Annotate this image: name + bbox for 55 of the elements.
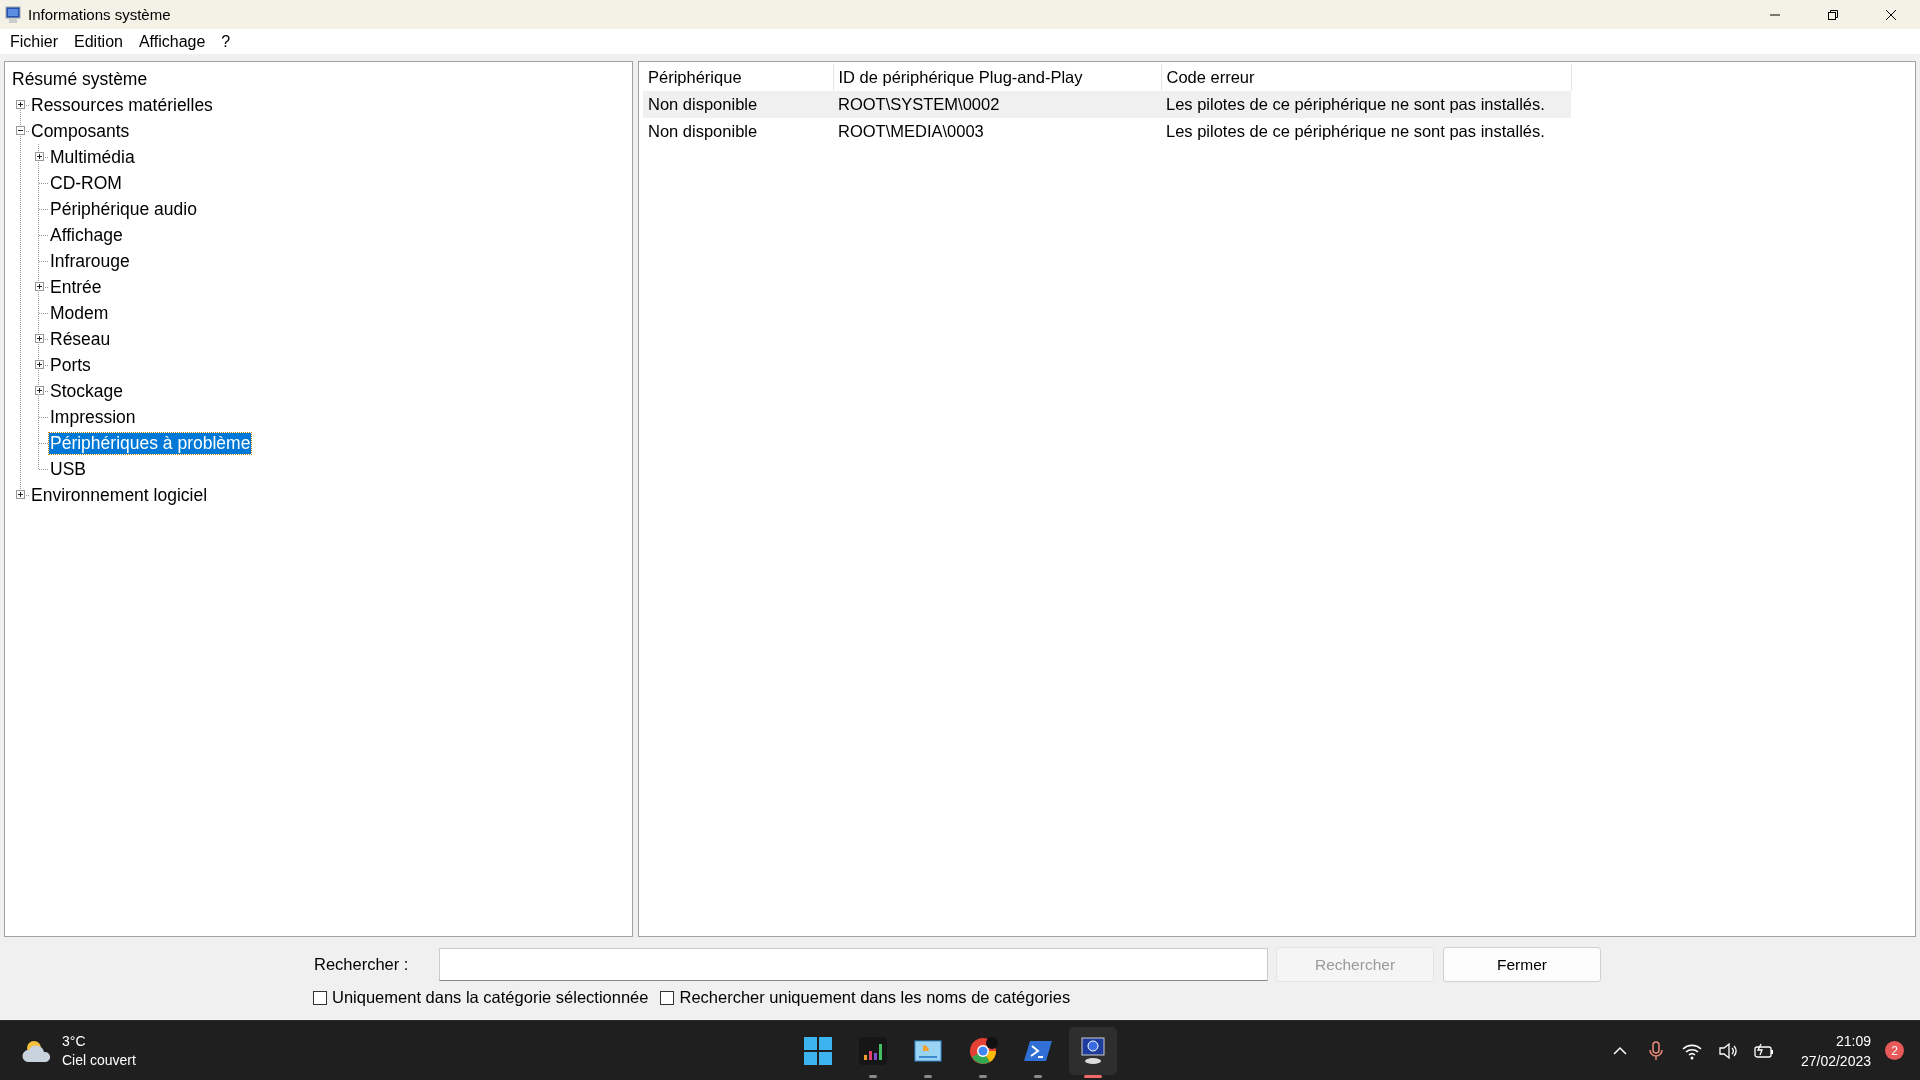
table-cell: ROOT\SYSTEM\0002 [833,91,1161,118]
computer-icon [4,5,22,24]
tree-item[interactable]: CD-ROM [49,172,123,194]
expand-icon[interactable] [35,282,44,291]
browser-icon [968,1036,998,1066]
tree-item[interactable]: Infrarouge [49,250,131,272]
table-cell: Non disponible [643,91,833,118]
menu-item[interactable]: Fichier [2,32,66,51]
expand-icon[interactable] [35,360,44,369]
tree-item[interactable]: Ressources matérielles [30,94,214,116]
close-button[interactable]: Fermer [1443,947,1601,982]
table-cell: ROOT\MEDIA\0003 [833,118,1161,145]
expand-icon[interactable] [35,334,44,343]
window-title: Informations système [28,6,172,23]
expand-icon[interactable] [35,386,44,395]
tree-item[interactable]: Composants [30,120,131,142]
restore-icon [1827,8,1839,21]
checkbox-label: Rechercher uniquement dans les noms de catégories [679,988,1071,1007]
checkbox[interactable] [313,990,327,1005]
table-cell: Les pilotes de ce périphérique ne sont pas installés. [1161,118,1571,145]
close-icon [1885,8,1897,21]
table-cell: Les pilotes de ce périphérique ne sont pas installés. [1161,91,1571,118]
windows-logo-icon [803,1036,833,1066]
menu-item[interactable]: ? [213,32,239,51]
table-cell: Non disponible [643,118,833,145]
search-field[interactable] [439,948,1268,981]
clock-date[interactable]: 27/02/2023 [1800,1050,1871,1071]
clock-time[interactable]: 21:09 [1835,1030,1871,1051]
tree-item[interactable]: Entrée [49,276,103,298]
equalizer-icon [858,1036,888,1066]
expand-icon[interactable] [35,152,44,161]
collapse-icon[interactable] [16,126,25,135]
taskbar-app-button[interactable] [1069,1027,1117,1075]
tree-item[interactable]: Multimédia [49,146,136,168]
tree-item[interactable]: Affichage [49,224,124,246]
tree-item[interactable]: Modem [49,302,110,324]
checkbox[interactable] [660,990,675,1005]
menu-item[interactable]: Edition [66,32,131,51]
computer-icon [1078,1036,1108,1066]
tree-item[interactable]: Réseau [49,328,112,350]
tree-item[interactable]: Ports [49,354,92,376]
tree-item[interactable]: Impression [49,406,137,428]
tree-item[interactable]: Périphériques à problème [49,432,252,454]
tree-item[interactable]: Environnement logiciel [30,484,209,506]
tree-item[interactable]: USB [49,458,87,480]
menu-item[interactable]: Affichage [130,32,214,51]
weather-condition: Ciel couvert [62,1050,136,1070]
checkbox-label: Uniquement dans la catégorie sélectionnée [332,988,649,1007]
tree-item[interactable]: Résumé système [11,68,149,90]
expand-icon[interactable] [16,490,25,499]
expand-icon[interactable] [16,100,25,109]
search-label: Rechercher : [314,955,410,974]
tree-item[interactable]: Stockage [49,380,124,402]
tree-item[interactable]: Périphérique audio [49,198,198,220]
temperature: 3°C [62,1031,87,1051]
